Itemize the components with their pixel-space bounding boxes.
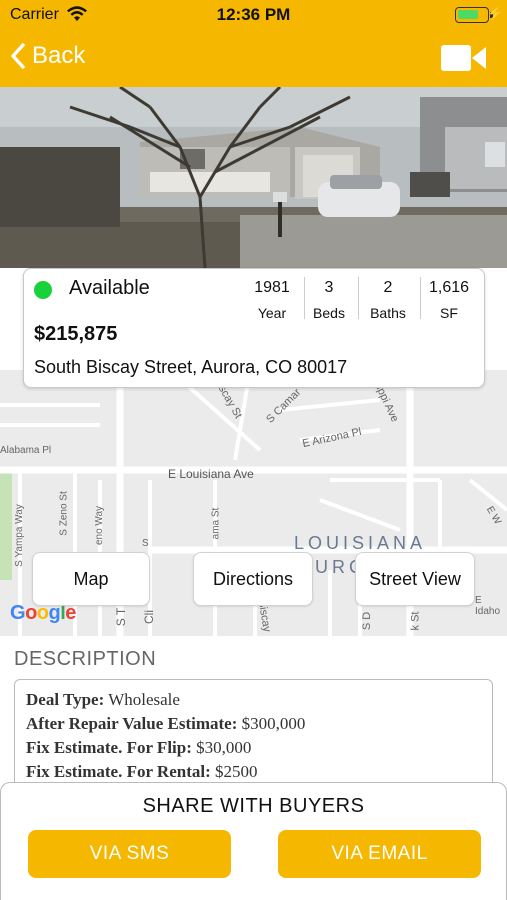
map-label: E Louisiana Ave [168, 467, 254, 481]
property-photo [0, 87, 507, 268]
directions-button[interactable]: Directions [193, 552, 313, 606]
share-email-button[interactable]: VIA EMAIL [278, 830, 481, 878]
street-view-button[interactable]: Street View [355, 552, 475, 606]
description-line: Fix Estimate. For Flip: $30,000 [26, 738, 252, 757]
street-view-button-label: Street View [369, 568, 461, 589]
status-bar: Carrier 12:36 PM ⚡ [0, 0, 507, 30]
stat-baths: 2 Baths [370, 279, 406, 321]
map-label: S Yampa Way [13, 504, 25, 567]
status-time: 12:36 PM [216, 5, 291, 24]
map-button-label: Map [73, 568, 109, 589]
back-button[interactable]: Back [10, 42, 85, 70]
description-line: After Repair Value Estimate: $300,000 [26, 714, 306, 733]
listing-address: South Biscay Street, Aurora, CO 80017 [34, 357, 348, 377]
video-camera-icon[interactable] [441, 42, 487, 74]
nav-bar: Back [0, 30, 507, 87]
stat-beds: 3 Beds [313, 279, 345, 321]
map-label: Cli [142, 610, 156, 624]
map-label: LOUISIANA [294, 533, 427, 553]
share-sms-label: VIA SMS [89, 843, 170, 864]
map-label: ama St [210, 507, 222, 540]
share-email-label: VIA EMAIL [331, 843, 428, 864]
stat-year: 1981 Year [254, 279, 290, 321]
back-label: Back [32, 42, 86, 69]
map-label: S [142, 538, 149, 549]
listing-price: $215,875 [34, 323, 118, 345]
map-button[interactable]: Map [32, 552, 150, 606]
chevron-left-icon [11, 43, 25, 69]
map-label: k St [409, 611, 422, 631]
battery-icon [455, 7, 493, 23]
map-label: eno Way [94, 505, 106, 546]
share-sms-button[interactable]: VIA SMS [28, 830, 231, 878]
map-label: Alabama Pl [0, 445, 52, 456]
description-line: Fix Estimate. For Rental: $2500 [26, 762, 258, 781]
map-label: E Idaho [475, 595, 501, 617]
availability-status: Available [69, 277, 150, 299]
map-label: S T [114, 607, 129, 627]
listing-summary-card: Available $215,875 South Biscay Street, … [23, 268, 485, 388]
map-label: S D [361, 611, 374, 631]
directions-button-label: Directions [212, 568, 294, 589]
charging-bolt-icon: ⚡ [486, 5, 504, 21]
description-heading: DESCRIPTION [14, 648, 157, 670]
share-panel: SHARE WITH BUYERS VIA SMS VIA EMAIL [0, 782, 507, 900]
share-title: SHARE WITH BUYERS [142, 795, 365, 817]
stat-sqft: 1,616 SF [428, 279, 470, 321]
description-line: Deal Type: Wholesale [26, 690, 180, 709]
available-status-dot [34, 281, 52, 299]
map-label: S Zeno St [58, 491, 70, 536]
